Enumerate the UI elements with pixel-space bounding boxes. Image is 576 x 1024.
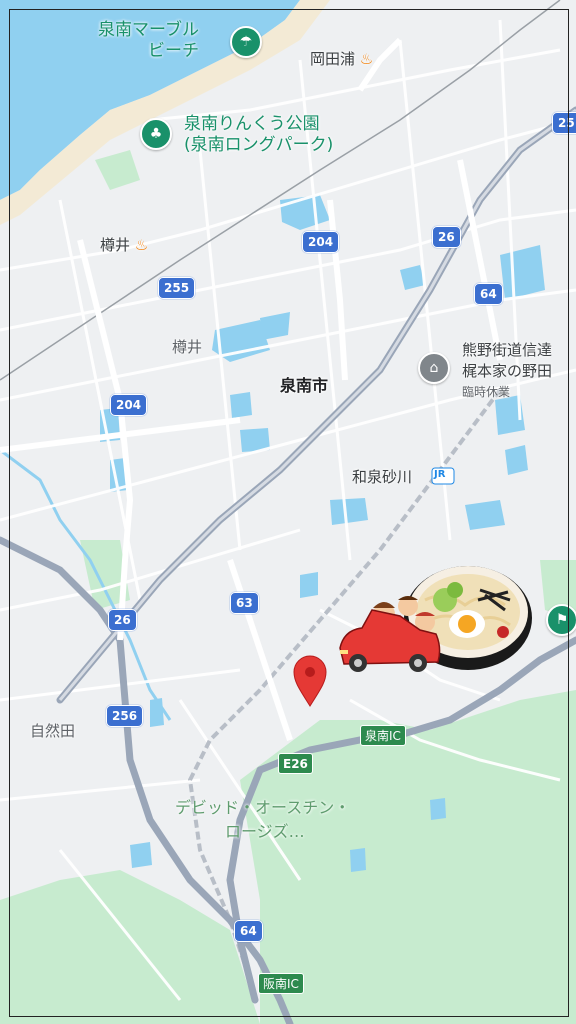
route-204-shield: 204	[110, 394, 148, 416]
landmark-icon[interactable]: ⌂	[418, 352, 450, 384]
golf-icon[interactable]: ⚑	[546, 604, 576, 636]
route-255-shield: 255	[158, 277, 196, 299]
jr-badge: JR	[434, 469, 446, 480]
e26-shield: E26	[278, 753, 313, 774]
kumano-name-line1: 熊野街道信達	[462, 341, 553, 359]
park-name-line2: (泉南ロングパーク)	[184, 135, 334, 155]
izumi-sunagawa-label[interactable]: 和泉砂川	[352, 466, 412, 487]
route-64-shield: 64	[234, 920, 263, 942]
tarui-station-label[interactable]: 樽井 ♨	[100, 234, 148, 255]
okadaura-label[interactable]: 岡田浦 ♨	[310, 48, 373, 69]
park-poi-label[interactable]: 泉南りんくう公園 (泉南ロングパーク)	[184, 114, 333, 156]
route-204-shield: 204	[302, 231, 340, 253]
davis-name-line2: ロージズ…	[225, 822, 305, 841]
tarui-station-text: 樽井	[100, 236, 131, 254]
route-26-shield: 26	[108, 609, 137, 631]
route-256-shield: 256	[106, 705, 144, 727]
city-label: 泉南市	[280, 376, 329, 395]
shizenda-label: 自然田	[30, 722, 76, 740]
route-63-shield: 63	[230, 592, 259, 614]
location-pin-icon	[293, 655, 327, 707]
okadaura-text: 岡田浦	[310, 50, 356, 68]
sennan-ic-label[interactable]: 泉南IC	[360, 725, 406, 746]
kumano-poi-label[interactable]: 熊野街道信達 梶本家の野田 臨時休業	[462, 340, 552, 403]
beach-name-line2: ビーチ	[147, 41, 199, 61]
beach-name-line1: 泉南マーブル	[98, 20, 199, 40]
hannan-ic-label[interactable]: 阪南IC	[258, 973, 304, 994]
map-canvas[interactable]: 泉南マーブル ビーチ ☂ ♣ 泉南りんくう公園 (泉南ロングパーク) 岡田浦 ♨…	[0, 0, 576, 1024]
flame-icon: ♨	[134, 236, 149, 254]
tarui-area-label: 樽井	[172, 338, 203, 356]
route-26-shield: 26	[432, 226, 461, 248]
beach-umbrella-icon[interactable]: ☂	[230, 26, 262, 58]
kumano-status: 臨時休業	[462, 385, 511, 399]
davis-poi-label[interactable]: デビッド・オースチン・ ロージズ…	[175, 796, 350, 844]
route-25-shield: 25	[552, 112, 576, 134]
flame-icon: ♨	[359, 50, 374, 68]
tree-icon[interactable]: ♣	[140, 118, 172, 150]
davis-name-line1: デビッド・オースチン・	[175, 798, 351, 817]
route-64-shield: 64	[474, 283, 503, 305]
kumano-name-line2: 梶本家の野田	[462, 362, 553, 380]
beach-poi-label[interactable]: 泉南マーブル ビーチ	[98, 20, 199, 62]
park-name-line1: 泉南りんくう公園	[184, 114, 320, 134]
